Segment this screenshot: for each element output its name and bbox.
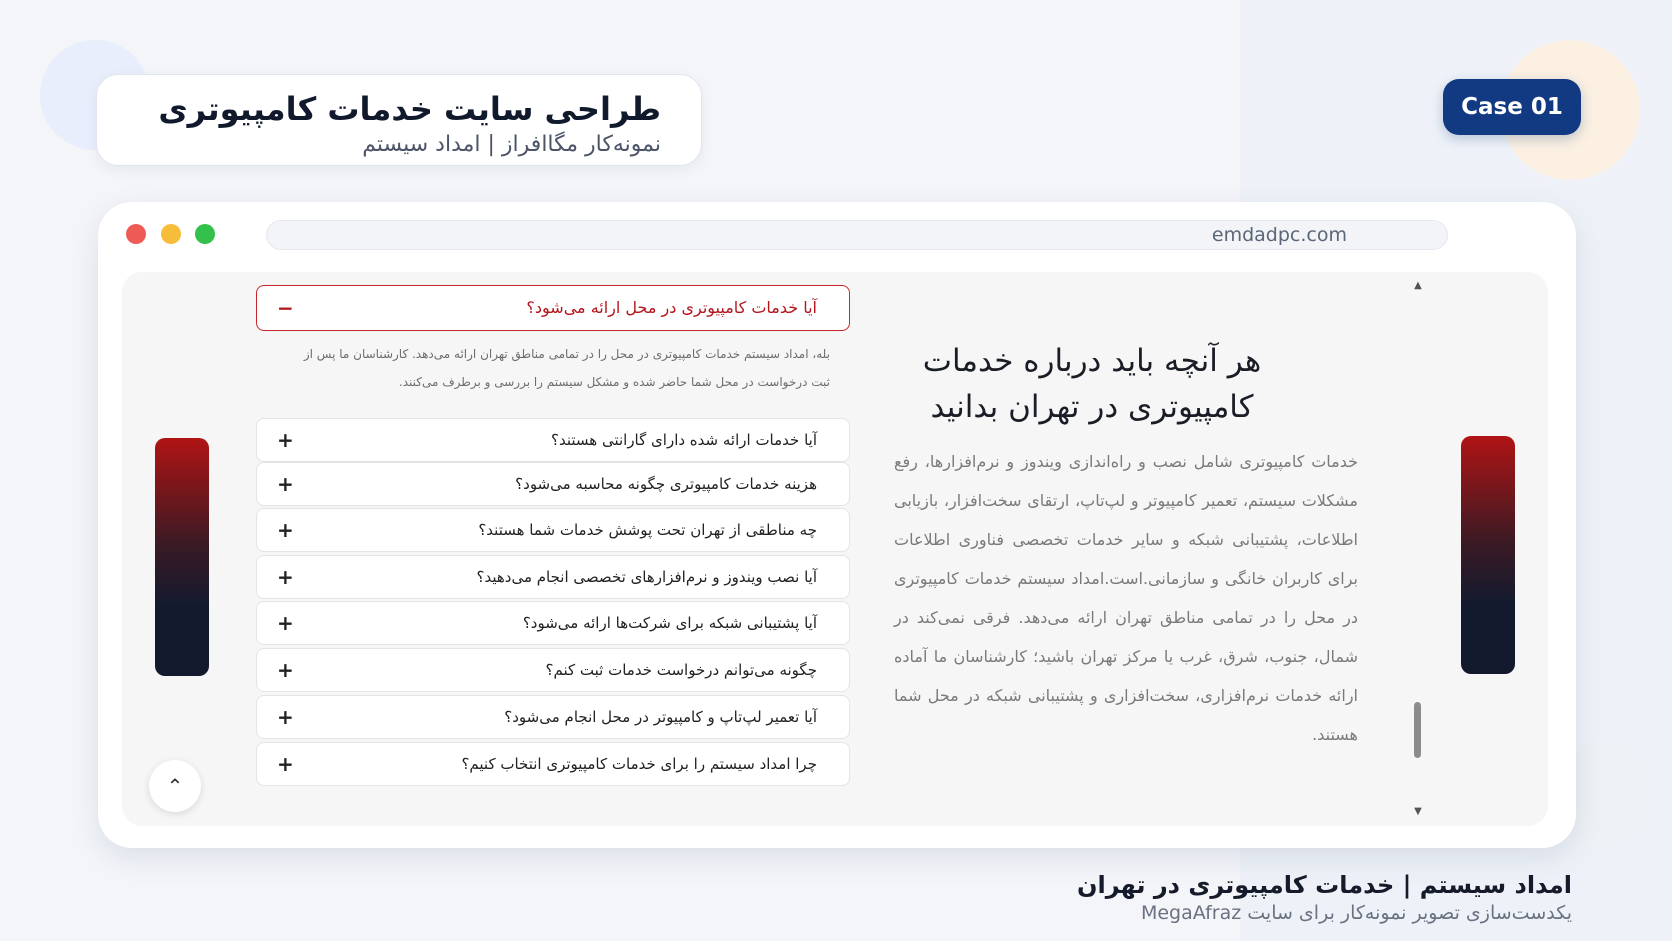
case-badge: Case 01 xyxy=(1443,79,1581,135)
scrollbar-thumb[interactable] xyxy=(1414,702,1421,758)
faq-item[interactable]: هزینه خدمات کامپیوتری چگونه محاسبه می‌شو… xyxy=(256,462,850,506)
scroll-down-arrow-icon[interactable]: ▼ xyxy=(1412,806,1424,817)
decorative-gradient-bar xyxy=(155,438,209,676)
faq-question: چه مناطقی از تهران تحت پوشش خدمات شما هس… xyxy=(478,521,817,539)
faq-item[interactable]: آیا نصب ویندوز و نرم‌افزارهای تخصصی انجا… xyxy=(256,555,850,599)
about-heading-line: هر آنچه باید درباره خدمات xyxy=(922,343,1262,379)
decorative-gradient-bar xyxy=(1461,436,1515,674)
plus-icon: + xyxy=(277,752,294,776)
scrollbar[interactable]: ▲ ▼ xyxy=(1412,280,1424,820)
footer-caption: امداد سیستم | خدمات کامپیوتری در تهران ی… xyxy=(900,870,1572,926)
scroll-to-top-button[interactable]: ⌃ xyxy=(149,760,201,812)
chevron-up-icon: ⌃ xyxy=(166,774,184,798)
faq-question: آیا پشتیبانی شبکه برای شرکت‌ها ارائه می‌… xyxy=(522,614,817,632)
about-heading: هر آنچه باید درباره خدمات کامپیوتری در ت… xyxy=(882,338,1302,430)
about-paragraph: خدمات کامپیوتری شامل نصب و راه‌اندازی وی… xyxy=(894,452,1358,744)
about-heading-line: کامپیوتری در تهران بدانید xyxy=(930,389,1254,425)
maximize-dot[interactable] xyxy=(195,224,215,244)
page-title: طراحی سایت خدمات کامپیوتری xyxy=(158,90,661,128)
minimize-dot[interactable] xyxy=(161,224,181,244)
faq-question: چگونه می‌توانم درخواست خدمات ثبت کنم؟ xyxy=(545,661,817,679)
page-subtitle: نمونه‌کار مگاافراز | امداد سیستم xyxy=(362,132,661,157)
plus-icon: + xyxy=(277,472,294,496)
faq-item[interactable]: آیا خدمات ارائه شده دارای گارانتی هستند؟… xyxy=(256,418,850,462)
close-dot[interactable] xyxy=(126,224,146,244)
faq-item[interactable]: آیا پشتیبانی شبکه برای شرکت‌ها ارائه می‌… xyxy=(256,601,850,645)
footer-title: امداد سیستم | خدمات کامپیوتری در تهران xyxy=(1076,871,1572,899)
page-viewport: آیا خدمات کامپیوتری در محل ارائه می‌شود؟… xyxy=(122,272,1548,826)
plus-icon: + xyxy=(277,705,294,729)
minus-icon: − xyxy=(277,296,294,320)
address-bar[interactable]: emdadpc.com xyxy=(266,220,1448,250)
browser-window: emdadpc.com آیا خدمات کامپیوتری در محل ا… xyxy=(98,202,1576,848)
faq-question: آیا تعمیر لپ‌تاپ و کامپیوتر در محل انجام… xyxy=(504,708,817,726)
faq-question: چرا امداد سیستم را برای خدمات کامپیوتری … xyxy=(461,755,817,773)
faq-answer: بله، امداد سیستم خدمات کامپیوتری در محل … xyxy=(270,340,830,396)
faq-item[interactable]: آیا تعمیر لپ‌تاپ و کامپیوتر در محل انجام… xyxy=(256,695,850,739)
footer-subtitle: یکدست‌سازی تصویر نمونه‌کار برای سایت Meg… xyxy=(1140,902,1572,924)
faq-item[interactable]: چه مناطقی از تهران تحت پوشش خدمات شما هس… xyxy=(256,508,850,552)
faq-question: هزینه خدمات کامپیوتری چگونه محاسبه می‌شو… xyxy=(515,475,817,493)
faq-question: آیا خدمات کامپیوتری در محل ارائه می‌شود؟ xyxy=(526,298,817,317)
faq-question: آیا خدمات ارائه شده دارای گارانتی هستند؟ xyxy=(551,431,817,449)
faq-item[interactable]: چرا امداد سیستم را برای خدمات کامپیوتری … xyxy=(256,742,850,786)
plus-icon: + xyxy=(277,565,294,589)
title-card: طراحی سایت خدمات کامپیوتری نمونه‌کار مگا… xyxy=(96,74,702,166)
scroll-up-arrow-icon[interactable]: ▲ xyxy=(1412,280,1424,291)
plus-icon: + xyxy=(277,428,294,452)
faq-question: آیا نصب ویندوز و نرم‌افزارهای تخصصی انجا… xyxy=(476,568,817,586)
faq-answer-line: بله، امداد سیستم خدمات کامپیوتری در محل … xyxy=(303,347,830,361)
plus-icon: + xyxy=(277,611,294,635)
faq-answer-line: ثبت درخواست در محل شما حاضر شده و مشکل س… xyxy=(398,375,830,389)
plus-icon: + xyxy=(277,658,294,682)
faq-item[interactable]: چگونه می‌توانم درخواست خدمات ثبت کنم؟ + xyxy=(256,648,850,692)
plus-icon: + xyxy=(277,518,294,542)
faq-item-open[interactable]: آیا خدمات کامپیوتری در محل ارائه می‌شود؟… xyxy=(256,285,850,331)
